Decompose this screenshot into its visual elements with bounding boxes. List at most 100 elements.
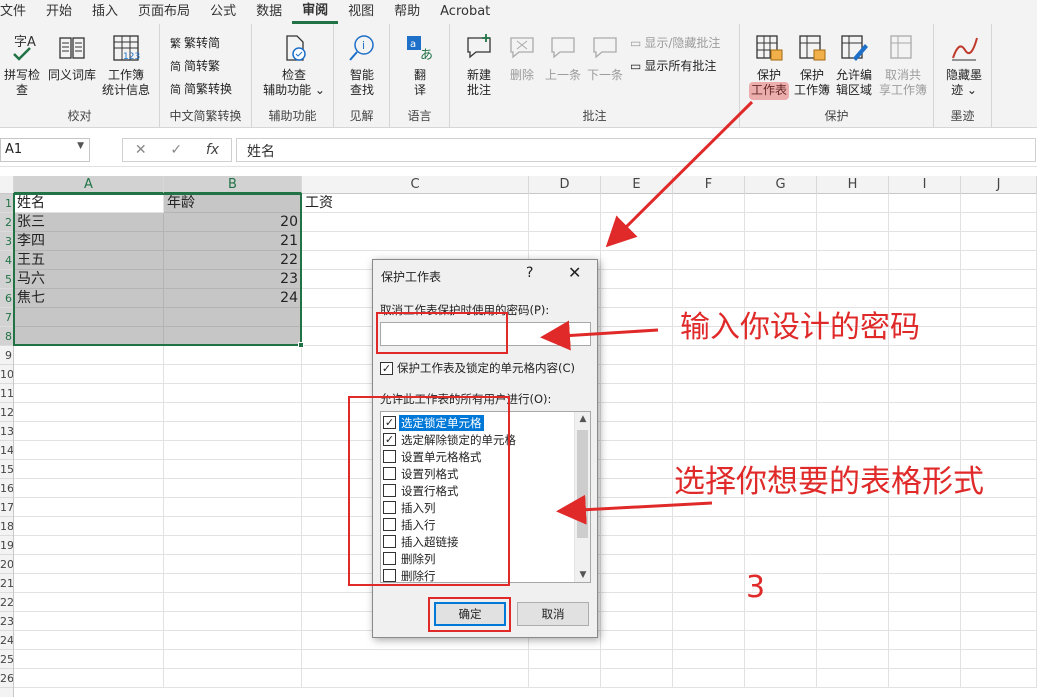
sheet-cell[interactable] (14, 384, 164, 403)
sheet-cell[interactable] (14, 593, 164, 612)
sheet-cell[interactable]: 焦七 (14, 289, 164, 308)
tab-insert[interactable]: 插入 (82, 0, 128, 24)
sheet-cell[interactable] (889, 251, 961, 270)
sheet-cell[interactable] (601, 327, 673, 346)
sheet-cell[interactable] (302, 650, 529, 669)
sheet-cell[interactable] (14, 669, 164, 688)
sheet-cell[interactable] (164, 517, 302, 536)
sheet-cell[interactable] (745, 194, 817, 213)
sheet-cell[interactable] (889, 403, 961, 422)
checkbox-empty-icon[interactable] (383, 484, 396, 497)
row-header[interactable]: 14 (0, 441, 13, 460)
sheet-cell[interactable] (817, 422, 889, 441)
sheet-cell[interactable] (817, 669, 889, 688)
sheet-cell[interactable] (961, 612, 1037, 631)
sheet-cell[interactable] (601, 251, 673, 270)
sheet-cell[interactable] (889, 270, 961, 289)
ok-button[interactable]: 确定 (434, 602, 506, 626)
unshare-workbook-button[interactable]: 取消共 享工作簿 (877, 32, 929, 98)
sheet-cell[interactable] (164, 536, 302, 555)
sheet-cell[interactable] (14, 460, 164, 479)
sheet-cell[interactable] (601, 270, 673, 289)
cancel-button[interactable]: 取消 (517, 602, 589, 626)
checkbox-empty-icon[interactable] (383, 518, 396, 531)
sheet-cell[interactable] (601, 365, 673, 384)
row-header[interactable]: 10 (0, 365, 13, 384)
sheet-cell[interactable] (601, 213, 673, 232)
sheet-cell[interactable] (817, 517, 889, 536)
sheet-cell[interactable] (817, 365, 889, 384)
sheet-cell[interactable] (14, 612, 164, 631)
sheet-cell[interactable] (673, 593, 745, 612)
sheet-cell[interactable] (817, 574, 889, 593)
sheet-cell[interactable] (889, 612, 961, 631)
row-header[interactable]: 12 (0, 403, 13, 422)
sheet-cell[interactable] (745, 270, 817, 289)
sheet-cell[interactable] (961, 517, 1037, 536)
sheet-cell[interactable] (673, 669, 745, 688)
column-header-j[interactable]: J (961, 176, 1037, 194)
sheet-cell[interactable] (817, 384, 889, 403)
password-input[interactable] (380, 322, 591, 346)
sheet-cell[interactable] (14, 479, 164, 498)
chevron-up-icon[interactable]: ▲ (575, 412, 590, 426)
row-header[interactable]: 1 (0, 194, 13, 213)
sheet-cell[interactable] (601, 517, 673, 536)
sheet-cell[interactable] (961, 555, 1037, 574)
close-icon[interactable]: ✕ (568, 263, 581, 282)
sheet-cell[interactable]: 姓名 (14, 194, 164, 213)
row-header[interactable]: 4 (0, 251, 13, 270)
sheet-cell[interactable] (817, 631, 889, 650)
sheet-cell[interactable] (529, 232, 601, 251)
sheet-cell[interactable] (961, 346, 1037, 365)
sheet-cell[interactable] (889, 365, 961, 384)
tab-acrobat[interactable]: Acrobat (430, 0, 500, 24)
function-icon[interactable]: fx (206, 142, 219, 158)
row-header[interactable]: 18 (0, 517, 13, 536)
checkbox-empty-icon[interactable] (383, 467, 396, 480)
sheet-cell[interactable] (889, 574, 961, 593)
sheet-cell[interactable] (817, 194, 889, 213)
sheet-cell[interactable] (601, 460, 673, 479)
permission-option[interactable]: 插入行 (383, 516, 438, 533)
sheet-cell[interactable] (601, 555, 673, 574)
protect-workbook-button[interactable]: 保护 工作簿 (791, 32, 833, 98)
sheet-cell[interactable] (673, 194, 745, 213)
chevron-down-icon[interactable]: ▼ (77, 141, 84, 151)
spell-check-button[interactable]: 字A 拼写检查 (0, 32, 44, 98)
sheet-cell[interactable]: 马六 (14, 270, 164, 289)
sheet-cell[interactable] (673, 232, 745, 251)
permission-option[interactable]: ✓ 选定锁定单元格 (383, 414, 484, 431)
sheet-cell[interactable] (601, 631, 673, 650)
sheet-cell[interactable] (817, 536, 889, 555)
to-traditional-button[interactable]: 简简转繁 (170, 57, 220, 74)
row-header[interactable]: 5 (0, 270, 13, 289)
sheet-cell[interactable] (529, 213, 601, 232)
sheet-cell[interactable] (673, 213, 745, 232)
sheet-cell[interactable] (961, 574, 1037, 593)
sheet-cell[interactable] (673, 574, 745, 593)
checkbox-empty-icon[interactable] (383, 450, 396, 463)
row-header[interactable]: 7 (0, 308, 13, 327)
sheet-cell[interactable]: 23 (164, 270, 302, 289)
permission-option[interactable]: 删除列 (383, 550, 438, 567)
to-simplified-button[interactable]: 繁繁转简 (170, 34, 220, 51)
column-header-h[interactable]: H (817, 176, 889, 194)
column-header-b[interactable]: B (164, 176, 302, 194)
permission-option[interactable]: 设置单元格格式 (383, 448, 484, 465)
tab-review[interactable]: 审阅 (292, 0, 339, 24)
column-header-f[interactable]: F (673, 176, 745, 194)
row-header[interactable]: 17 (0, 498, 13, 517)
sheet-cell[interactable] (601, 479, 673, 498)
check-accessibility-button[interactable]: 检查 辅助功能 ⌄ (256, 32, 332, 98)
sheet-cell[interactable] (817, 403, 889, 422)
sheet-cell[interactable]: 22 (164, 251, 302, 270)
row-header[interactable]: 24 (0, 631, 13, 650)
column-header-i[interactable]: I (889, 176, 961, 194)
sheet-cell[interactable] (745, 612, 817, 631)
prev-comment-button[interactable]: 上一条 (542, 32, 584, 83)
sheet-cell[interactable] (889, 669, 961, 688)
sheet-cell[interactable] (14, 308, 164, 327)
sheet-cell[interactable] (745, 346, 817, 365)
sheet-cell[interactable] (673, 536, 745, 555)
